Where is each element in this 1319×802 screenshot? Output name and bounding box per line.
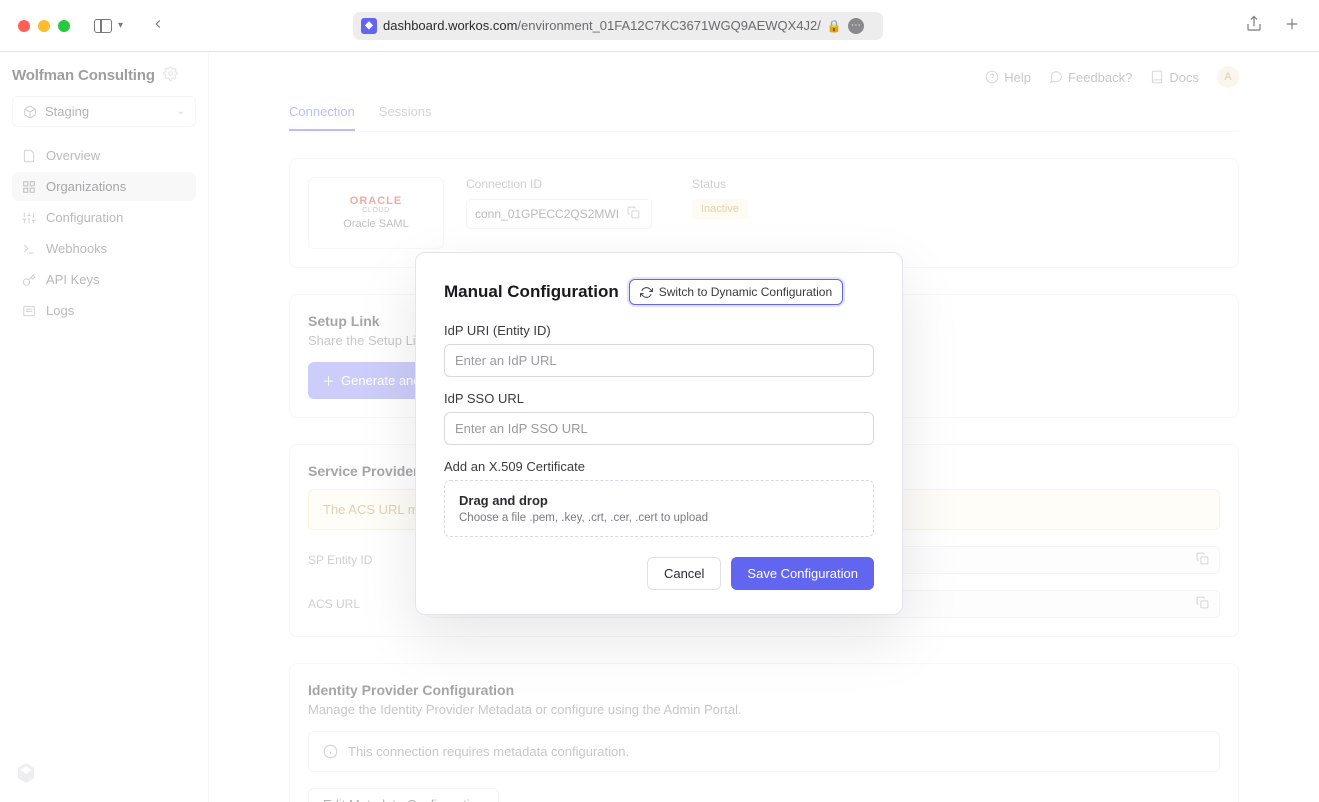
idp-uri-input[interactable] bbox=[444, 344, 874, 377]
dropzone-subtitle: Choose a file .pem, .key, .crt, .cer, .c… bbox=[459, 512, 859, 524]
tab-connection[interactable]: Connection bbox=[289, 104, 355, 131]
sidebar-item-webhooks[interactable]: Webhooks bbox=[12, 234, 196, 263]
modal-title: Manual Configuration bbox=[444, 282, 619, 302]
connection-id-label: Connection ID bbox=[466, 177, 652, 191]
cert-label: Add an X.509 Certificate bbox=[444, 459, 874, 474]
copy-icon[interactable] bbox=[627, 206, 640, 222]
connection-id-value[interactable]: conn_01GPECC2QS2MWI bbox=[466, 199, 652, 229]
oracle-logo-icon: ORACLE bbox=[350, 196, 402, 207]
status-label: Status bbox=[692, 177, 748, 191]
sidebar-item-label: Configuration bbox=[46, 210, 123, 225]
window-minimize-icon[interactable] bbox=[38, 20, 50, 32]
sidebar-item-configuration[interactable]: Configuration bbox=[12, 203, 196, 232]
identity-provider-card: Identity Provider Configuration Manage t… bbox=[289, 663, 1239, 802]
chevron-down-icon[interactable]: ▾ bbox=[118, 20, 123, 31]
copy-icon[interactable] bbox=[1196, 552, 1209, 568]
feedback-link[interactable]: Feedback? bbox=[1049, 70, 1132, 85]
edit-metadata-button[interactable]: Edit Metadata Configuration bbox=[308, 788, 499, 802]
sidebar-item-label: Logs bbox=[46, 303, 74, 318]
idp-info: This connection requires metadata config… bbox=[308, 731, 1220, 772]
site-menu-icon[interactable]: ⋯ bbox=[848, 18, 864, 34]
acs-url-label: ACS URL bbox=[308, 597, 408, 611]
provider-name: Oracle SAML bbox=[343, 218, 408, 230]
gear-icon[interactable] bbox=[163, 66, 178, 84]
workos-logo-icon bbox=[14, 761, 38, 788]
share-icon[interactable] bbox=[1245, 15, 1263, 36]
site-favicon-icon: ◆ bbox=[361, 18, 377, 34]
chevron-down-icon: ⌄ bbox=[177, 106, 185, 117]
sidebar-item-label: Overview bbox=[46, 148, 100, 163]
sidebar-item-label: API Keys bbox=[46, 272, 99, 287]
url-text: dashboard.workos.com/environment_01FA12C… bbox=[383, 18, 821, 33]
environment-selector[interactable]: Staging ⌄ bbox=[12, 96, 196, 127]
sidebar: Wolfman Consulting Staging ⌄ Overview Or… bbox=[0, 52, 209, 802]
idp-uri-label: IdP URI (Entity ID) bbox=[444, 323, 874, 338]
org-name: Wolfman Consulting bbox=[12, 67, 155, 84]
sidebar-item-organizations[interactable]: Organizations bbox=[12, 172, 196, 201]
manual-configuration-modal: Manual Configuration Switch to Dynamic C… bbox=[415, 252, 903, 615]
sp-entity-id-label: SP Entity ID bbox=[308, 553, 408, 567]
url-bar[interactable]: ◆ dashboard.workos.com/environment_01FA1… bbox=[353, 12, 883, 40]
sidebar-item-logs[interactable]: Logs bbox=[12, 296, 196, 325]
switch-dynamic-button[interactable]: Switch to Dynamic Configuration bbox=[629, 279, 843, 305]
docs-link[interactable]: Docs bbox=[1150, 70, 1199, 85]
avatar[interactable]: A bbox=[1217, 66, 1239, 88]
info-icon bbox=[323, 744, 338, 759]
plus-icon: ＋ bbox=[322, 371, 335, 390]
sidebar-toggle-icon[interactable] bbox=[94, 19, 112, 33]
help-link[interactable]: Help bbox=[985, 70, 1031, 85]
new-tab-icon[interactable] bbox=[1283, 15, 1301, 36]
cert-dropzone[interactable]: Drag and drop Choose a file .pem, .key, … bbox=[444, 480, 874, 537]
save-button[interactable]: Save Configuration bbox=[731, 557, 874, 590]
window-close-icon[interactable] bbox=[18, 20, 30, 32]
sidebar-item-overview[interactable]: Overview bbox=[12, 141, 196, 170]
cube-icon bbox=[23, 105, 37, 119]
back-button[interactable] bbox=[151, 17, 165, 34]
provider-tile: ORACLE CLOUD Oracle SAML bbox=[308, 177, 444, 249]
browser-chrome: ▾ ◆ dashboard.workos.com/environment_01F… bbox=[0, 0, 1319, 52]
lock-icon: 🔒 bbox=[827, 19, 842, 33]
window-zoom-icon[interactable] bbox=[58, 20, 70, 32]
sidebar-item-label: Organizations bbox=[46, 179, 126, 194]
idp-subtitle: Manage the Identity Provider Metadata or… bbox=[308, 702, 1220, 717]
window-traffic-lights bbox=[18, 20, 70, 32]
dropzone-title: Drag and drop bbox=[459, 493, 859, 508]
copy-icon[interactable] bbox=[1196, 596, 1209, 612]
idp-sso-label: IdP SSO URL bbox=[444, 391, 874, 406]
environment-label: Staging bbox=[45, 104, 169, 119]
sidebar-item-label: Webhooks bbox=[46, 241, 107, 256]
sidebar-item-api-keys[interactable]: API Keys bbox=[12, 265, 196, 294]
refresh-icon bbox=[640, 286, 653, 299]
status-badge: Inactive bbox=[692, 199, 748, 219]
cancel-button[interactable]: Cancel bbox=[647, 557, 721, 590]
tabs: Connection Sessions bbox=[289, 104, 1239, 132]
idp-sso-input[interactable] bbox=[444, 412, 874, 445]
idp-title: Identity Provider Configuration bbox=[308, 682, 1220, 698]
tab-sessions[interactable]: Sessions bbox=[379, 104, 432, 131]
